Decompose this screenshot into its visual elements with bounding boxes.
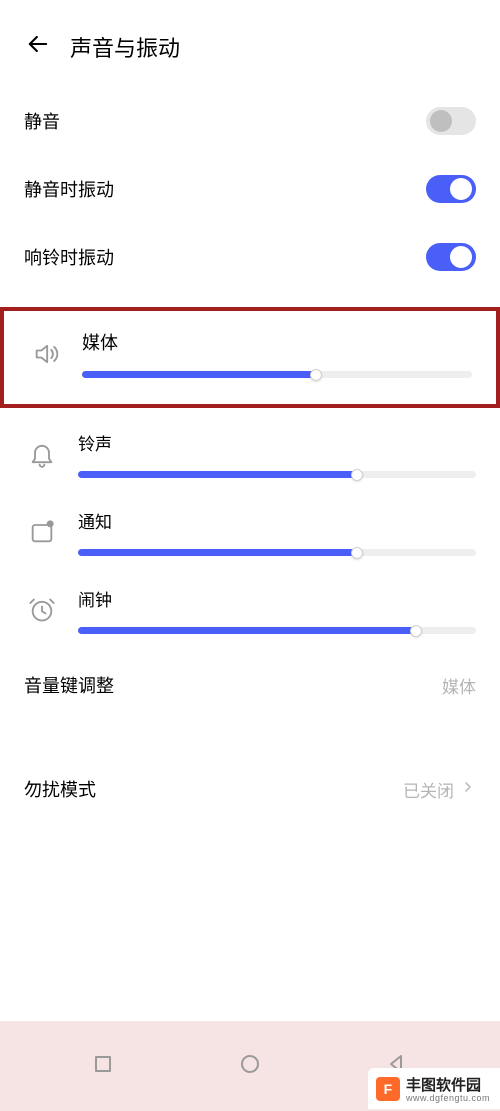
bell-icon [24,440,60,468]
watermark-text: 丰图软件园 [406,1074,490,1095]
alarm-slider[interactable] [78,627,476,634]
watermark-sub: www.dgfengtu.com [406,1093,490,1103]
back-icon[interactable] [24,30,52,63]
speaker-icon [28,340,64,368]
slider-media: 媒体 [4,311,496,404]
watermark-badge: F [376,1077,400,1101]
media-slider[interactable] [82,371,472,378]
volume-key-label: 音量键调整 [24,672,114,698]
vibrate-ring-toggle[interactable] [426,243,476,271]
mute-toggle[interactable] [426,107,476,135]
slider-ringtone: 铃声 [0,416,500,494]
ringtone-slider[interactable] [78,471,476,478]
row-dnd[interactable]: 勿扰模式 已关闭 [0,754,500,824]
row-volume-key[interactable]: 音量键调整 媒体 [0,650,500,720]
alarm-icon [24,596,60,624]
row-vibrate-mute: 静音时振动 [0,155,500,223]
vibrate-mute-label: 静音时振动 [24,176,114,202]
nav-recent-icon[interactable] [91,1052,115,1081]
media-highlight-box: 媒体 [0,307,500,408]
slider-alarm: 闹钟 [0,572,500,650]
nav-home-icon[interactable] [238,1052,262,1081]
watermark: F 丰图软件园 www.dgfengtu.com [368,1068,500,1109]
notification-label: 通知 [78,508,476,533]
row-mute: 静音 [0,87,500,155]
chevron-right-icon [460,779,476,800]
row-vibrate-ring: 响铃时振动 [0,223,500,291]
alarm-label: 闹钟 [78,586,476,611]
ringtone-label: 铃声 [78,430,476,455]
page-title: 声音与振动 [70,31,180,63]
dnd-value: 已关闭 [403,777,454,802]
volume-key-value: 媒体 [442,673,476,698]
mute-label: 静音 [24,108,60,134]
slider-notification: 通知 [0,494,500,572]
media-label: 媒体 [82,329,472,355]
notification-icon [24,518,60,546]
vibrate-ring-label: 响铃时振动 [24,244,114,270]
dnd-label: 勿扰模式 [24,776,96,802]
notification-slider[interactable] [78,549,476,556]
vibrate-mute-toggle[interactable] [426,175,476,203]
